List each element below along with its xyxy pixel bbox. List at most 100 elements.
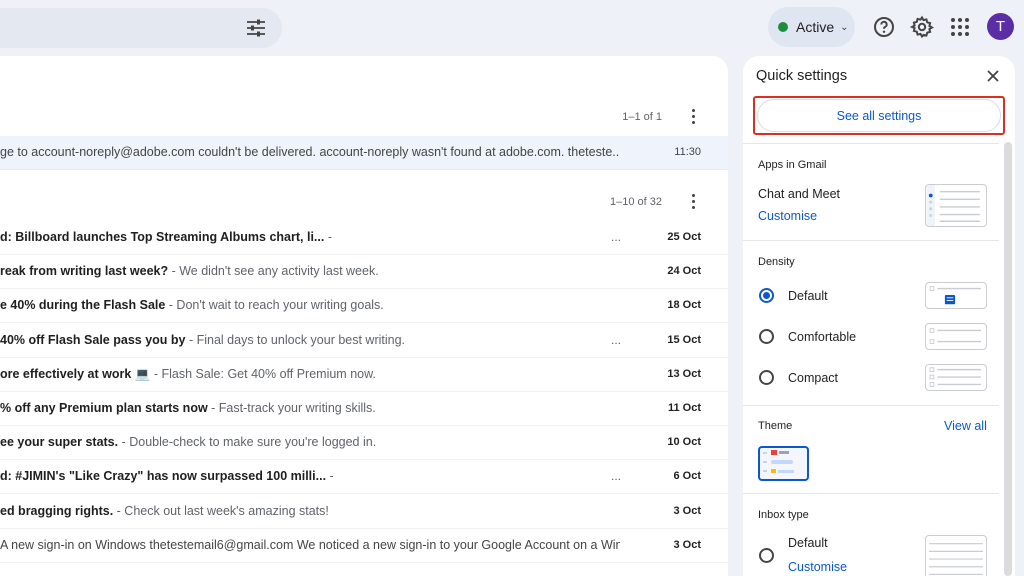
status-label: Active bbox=[796, 19, 835, 35]
table-row[interactable]: d: Billboard launches Top Streaming Albu… bbox=[0, 221, 728, 255]
row-subject: % off any Premium plan starts now bbox=[0, 401, 208, 415]
inbox-default-preview bbox=[925, 535, 987, 576]
row-snippet: - bbox=[326, 469, 334, 484]
row-date: 24 Oct bbox=[667, 265, 701, 278]
quick-settings-panel: Quick settings See all settings Apps in … bbox=[743, 56, 1015, 576]
row-text: e 40% during the Flash Sale - Don't wait… bbox=[0, 298, 620, 312]
row-ellipsis: ... bbox=[611, 469, 622, 484]
gear-icon[interactable] bbox=[910, 15, 934, 39]
table-row[interactable]: ed bragging rights. - Check out last wee… bbox=[0, 495, 728, 529]
divider bbox=[743, 405, 999, 406]
row-ellipsis: ... bbox=[611, 332, 622, 347]
density-compact-radio[interactable] bbox=[759, 370, 774, 385]
row-date: 3 Oct bbox=[673, 504, 701, 517]
row-snippet: ge to account-noreply@adobe.com couldn't… bbox=[0, 145, 620, 159]
row-subject: e 40% during the Flash Sale bbox=[0, 298, 166, 313]
row-subject: d: Billboard launches Top Streaming Albu… bbox=[0, 230, 325, 244]
divider bbox=[743, 240, 999, 241]
table-row[interactable]: ore effectively at work 💻 - Flash Sale: … bbox=[0, 358, 728, 392]
table-row[interactable]: A new sign-in on Windows thetestemail6@g… bbox=[0, 529, 728, 563]
density-comfortable-label: Comfortable bbox=[788, 330, 857, 344]
inbox-default-label: Default bbox=[788, 536, 828, 550]
row-snippet: - Double-check to make sure you're logge… bbox=[118, 435, 377, 450]
density-comfortable-preview bbox=[925, 323, 987, 350]
row-text: d: Billboard launches Top Streaming Albu… bbox=[0, 230, 620, 244]
search-box[interactable] bbox=[0, 8, 282, 48]
help-icon[interactable] bbox=[872, 15, 896, 39]
chat-meet-preview bbox=[925, 184, 987, 227]
table-row[interactable]: reak from writing last week? - We didn't… bbox=[0, 255, 728, 290]
table-row[interactable]: 40% off Flash Sale pass you by - Final d… bbox=[0, 324, 728, 358]
table-row[interactable]: ee your super stats. - Double-check to m… bbox=[0, 426, 728, 461]
apps-grid-icon[interactable] bbox=[948, 15, 972, 39]
inbox-default-radio[interactable] bbox=[759, 548, 774, 563]
row-snippet: - Check out last week's amazing stats! bbox=[113, 503, 329, 518]
row-date: 10 Oct bbox=[667, 436, 701, 449]
row-text: 40% off Flash Sale pass you by - Final d… bbox=[0, 333, 620, 347]
row-snippet: - bbox=[324, 230, 332, 244]
density-default-radio[interactable] bbox=[759, 288, 774, 303]
row-text: ed bragging rights. - Check out last wee… bbox=[0, 504, 620, 518]
density-compact-preview bbox=[925, 364, 987, 391]
row-ellipsis: ... bbox=[611, 230, 622, 244]
status-chip[interactable]: Active ⌄ bbox=[768, 7, 855, 47]
list-pager: 1–10 of 32 bbox=[610, 196, 662, 208]
density-comfortable-radio[interactable] bbox=[759, 329, 774, 344]
status-dot bbox=[778, 22, 788, 32]
more-vert-icon[interactable] bbox=[688, 107, 698, 125]
theme-preview[interactable] bbox=[758, 446, 809, 481]
filter-icon[interactable] bbox=[244, 17, 268, 39]
close-icon[interactable] bbox=[986, 69, 1000, 83]
row-text: ore effectively at work 💻 - Flash Sale: … bbox=[0, 367, 620, 382]
row-text: reak from writing last week? - We didn't… bbox=[0, 264, 620, 278]
row-snippet: - Don't wait to reach your writing goals… bbox=[165, 298, 384, 313]
mail-list-panel: 1–1 of 1 ge to account-noreply@adobe.com… bbox=[0, 56, 728, 576]
row-date: 18 Oct bbox=[667, 299, 701, 312]
row-text: % off any Premium plan starts now - Fast… bbox=[0, 401, 620, 415]
row-subject: ed bragging rights. bbox=[0, 503, 114, 518]
see-all-settings-button[interactable]: See all settings bbox=[753, 96, 1005, 135]
inbox-type-header: Inbox type bbox=[758, 509, 809, 521]
row-snippet: - Final days to unlock your best writing… bbox=[185, 332, 406, 347]
theme-header: Theme bbox=[758, 420, 793, 432]
divider bbox=[743, 143, 999, 144]
avatar[interactable]: T bbox=[987, 13, 1014, 40]
row-date: 11 Oct bbox=[667, 402, 701, 414]
row-text: ee your super stats. - Double-check to m… bbox=[0, 435, 620, 449]
quick-settings-scrollbar[interactable] bbox=[1004, 142, 1012, 576]
row-text: d: #JIMIN's "Like Crazy" has now surpass… bbox=[0, 469, 620, 483]
row-subject: d: #JIMIN's "Like Crazy" has now surpass… bbox=[0, 469, 327, 484]
row-snippet: - We didn't see any activity last week. bbox=[168, 264, 379, 279]
table-row[interactable]: % off any Premium plan starts now - Fast… bbox=[0, 392, 728, 426]
table-row[interactable]: d: #JIMIN's "Like Crazy" has now surpass… bbox=[0, 460, 728, 495]
inbox-customise-link[interactable]: Customise bbox=[788, 560, 847, 574]
row-snippet: - Fast-track your writing skills. bbox=[207, 401, 376, 415]
row-snippet: - Flash Sale: Get 40% off Premium now. bbox=[150, 366, 376, 381]
divider bbox=[743, 493, 999, 494]
row-date: 13 Oct bbox=[667, 367, 701, 380]
row-subject: 40% off Flash Sale pass you by bbox=[0, 332, 186, 347]
density-default-preview bbox=[925, 282, 987, 309]
theme-view-all-link[interactable]: View all bbox=[944, 419, 987, 433]
row-date: 25 Oct bbox=[667, 231, 701, 243]
row-snippet: A new sign-in on Windows thetestemail6@g… bbox=[0, 537, 620, 552]
quick-settings-title: Quick settings bbox=[756, 68, 848, 84]
see-all-settings-label: See all settings bbox=[757, 99, 1001, 132]
row-date: 15 Oct bbox=[667, 333, 701, 346]
top-pager: 1–1 of 1 bbox=[622, 111, 662, 123]
row-subject: reak from writing last week? bbox=[0, 264, 169, 279]
more-vert-icon[interactable] bbox=[688, 192, 698, 210]
row-date: 3 Oct bbox=[673, 538, 701, 551]
row-text: A new sign-in on Windows thetestemail6@g… bbox=[0, 538, 620, 552]
row-subject: ee your super stats. bbox=[0, 435, 119, 450]
apps-customise-link[interactable]: Customise bbox=[758, 209, 817, 223]
row-subject: ore effectively at work 💻 bbox=[0, 366, 151, 381]
density-default-label: Default bbox=[788, 289, 828, 303]
apps-in-gmail-header: Apps in Gmail bbox=[758, 159, 827, 171]
density-header: Density bbox=[758, 256, 795, 268]
row-date: 11:30 bbox=[674, 146, 701, 158]
density-compact-label: Compact bbox=[788, 371, 839, 385]
table-row[interactable]: e 40% during the Flash Sale - Don't wait… bbox=[0, 289, 728, 324]
chevron-down-icon: ⌄ bbox=[840, 21, 849, 33]
table-row[interactable]: ge to account-noreply@adobe.com couldn't… bbox=[0, 136, 728, 170]
